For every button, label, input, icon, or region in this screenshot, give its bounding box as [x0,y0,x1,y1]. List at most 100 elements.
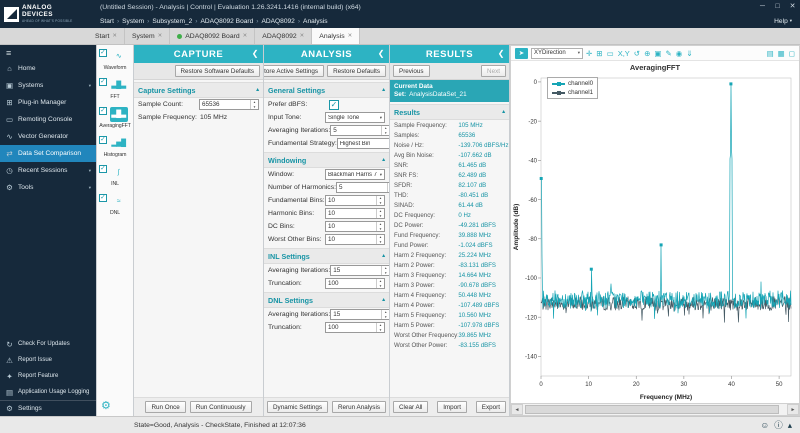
collapse-section-icon[interactable]: ▴ [382,87,385,93]
mode-waveform[interactable]: ✓ ∿ Waveform [97,45,133,74]
tab-close-icon[interactable]: ✕ [158,33,163,39]
undo-zoom-icon[interactable]: ↺ [634,48,640,59]
sidebar-item-settings[interactable]: ⚙ Settings [0,400,96,416]
breadcrumb-item[interactable]: Subsystem_2 › [152,18,197,25]
collapse-section-icon[interactable]: ▴ [382,157,385,163]
mode-averaging-fft[interactable]: ✓ ▃█▃ AveragingFFT [97,103,133,132]
zoom-extents-icon[interactable]: ⊞ [596,48,602,59]
mode-dnl[interactable]: ✓ ≈ DNL [97,190,133,219]
analysis-panel-header[interactable]: ANALYSIS ❮ [264,45,389,63]
scroll-left-icon[interactable]: ◄ [511,404,523,415]
scrollbar-track[interactable] [523,405,787,414]
field-spinner[interactable]: 15▲▼ [330,309,389,320]
tab-close-icon[interactable]: ✕ [348,33,353,39]
sidebar-item-home[interactable]: ⌂ Home [0,60,96,77]
field-select[interactable]: Single Tone▾ [325,112,385,123]
section-header-results[interactable]: Results ▴ [390,104,509,120]
mode-checkbox[interactable]: ✓ [99,49,107,57]
mode-checkbox[interactable]: ✓ [99,78,107,86]
breadcrumb-item[interactable]: ADAQ8092 Board › [200,18,258,25]
expand-icon[interactable]: ▴ [788,420,792,431]
tab-adaq8092[interactable]: ADAQ8092 ✕ [255,28,312,44]
xy-direction-select[interactable]: XYDirection ▾ [531,48,583,59]
collapse-panel-icon[interactable]: ❮ [252,49,259,58]
maximize-button[interactable]: □ [770,0,785,14]
collapse-panel-icon[interactable]: ❮ [378,49,385,58]
tab-start[interactable]: Start ✕ [88,28,125,44]
collapse-section-icon[interactable]: ▴ [382,253,385,259]
tab-analysis[interactable]: Analysis ✕ [312,28,360,44]
field-select[interactable]: Highest Bin▾ [337,138,389,149]
breadcrumb-item[interactable]: ADAQ8092 › [261,18,300,25]
chart-scrollbar[interactable]: ◄ ► [511,403,799,415]
field-spinner[interactable]: 65536▲▼ [199,99,259,110]
capture-panel-header[interactable]: CAPTURE ❮ [134,45,263,63]
dynamic-settings-button[interactable]: Dynamic Settings [267,401,328,413]
sidebar-item-report-issue[interactable]: ⚠ Report Issue [0,352,96,368]
field-spinner[interactable]: 5▲▼ [330,125,389,136]
run-once-button[interactable]: Run Once [145,401,185,413]
axes-xy-icon[interactable]: X,Y [618,48,630,59]
field-spinner[interactable]: 10▲▼ [325,208,385,219]
pointer-tool-button[interactable]: ➤ [515,48,528,59]
mode-histogram[interactable]: ✓ ▂▅█ Histogram [97,132,133,161]
sidebar-item-report-feature[interactable]: ✦ Report Feature [0,368,96,384]
field-spinner[interactable]: 100▲▼ [325,322,385,333]
spinner-down-icon[interactable]: ▼ [377,214,384,219]
annotate-icon[interactable]: ✎ [665,48,671,59]
tab-close-icon[interactable]: ✕ [112,33,117,39]
fft-plot[interactable]: 0-20-40-60-80-100-120-14001020304050Freq… [511,72,799,402]
maximize-icon[interactable]: ◻ [789,48,795,59]
collapse-panel-icon[interactable]: ❮ [498,49,505,58]
info-icon[interactable]: ⓘ [774,419,783,431]
grid-toggle-icon[interactable]: ▦ [778,48,785,59]
section-header-inl-settings[interactable]: INL Settings ▴ [264,248,389,264]
mode-inl[interactable]: ✓ ∫ INL [97,161,133,190]
mode-checkbox[interactable]: ✓ [99,107,107,115]
breadcrumb-item[interactable]: Start › [100,18,119,25]
restore-defaults-button[interactable]: Restore Defaults [327,65,386,77]
box-zoom-icon[interactable]: ▭ [607,48,614,59]
section-header-general-settings[interactable]: General Settings ▴ [264,82,389,98]
spinner-down-icon[interactable]: ▼ [382,131,389,136]
restore-software-defaults-button[interactable]: Restore Software Defaults [175,65,261,77]
mode-fft[interactable]: ✓ ▃█▃ FFT [97,74,133,103]
scrollbar-thumb[interactable] [525,405,779,414]
tab-system[interactable]: System ✕ [125,28,170,44]
legend-item-channel1[interactable]: channel1 [552,89,593,96]
field-spinner[interactable]: 10▲▼ [325,195,385,206]
mode-checkbox[interactable]: ✓ [99,194,107,202]
snapshot-icon[interactable]: ◉ [676,48,683,59]
feedback-icon[interactable]: ☺ [761,420,770,430]
export-button[interactable]: Export [476,401,506,413]
sidebar-item-systems[interactable]: ▣ Systems ▾ [0,77,96,94]
sidebar-item-data-set-comparison[interactable]: ⇄ Data Set Comparison [0,145,96,162]
tool-settings-gear-icon[interactable]: ⚙ [97,397,133,416]
sidebar-item-recent-sessions[interactable]: ◷ Recent Sessions ▾ [0,162,96,179]
mode-checkbox[interactable]: ✓ [99,136,107,144]
chart-legend[interactable]: channel0 channel1 [547,77,598,99]
section-header-capture-settings[interactable]: Capture Settings ▴ [134,82,263,98]
spinner-down-icon[interactable]: ▼ [377,284,384,289]
legend-item-channel0[interactable]: channel0 [552,80,593,87]
section-header-dnl-settings[interactable]: DNL Settings ▴ [264,292,389,308]
previous-button[interactable]: Previous [393,65,430,77]
lock-icon[interactable]: ▣ [654,48,661,59]
field-spinner[interactable]: 15▲▼ [330,265,389,276]
field-spinner[interactable]: 10▲▼ [325,221,385,232]
legend-toggle-icon[interactable]: ▤ [767,48,774,59]
breadcrumb-item[interactable]: Analysis › [303,18,328,25]
spinner-down-icon[interactable]: ▼ [388,188,389,193]
rerun-analysis-button[interactable]: Rerun Analysis [332,401,386,413]
next-button[interactable]: Next [481,65,506,77]
tab-close-icon[interactable]: ✕ [243,33,248,39]
clear-all-button[interactable]: Clear All [393,401,428,413]
menu-icon[interactable]: ≡ [0,45,96,60]
export-image-icon[interactable]: ⇓ [686,48,692,59]
mode-checkbox[interactable]: ✓ [99,165,107,173]
help-menu[interactable]: Help ▾ [774,18,792,25]
section-header-windowing[interactable]: Windowing ▴ [264,152,389,168]
spinner-down-icon[interactable]: ▼ [377,328,384,333]
field-spinner[interactable]: 10▲▼ [325,234,385,245]
sidebar-item-vector-generator[interactable]: ∿ Vector Generator [0,128,96,145]
